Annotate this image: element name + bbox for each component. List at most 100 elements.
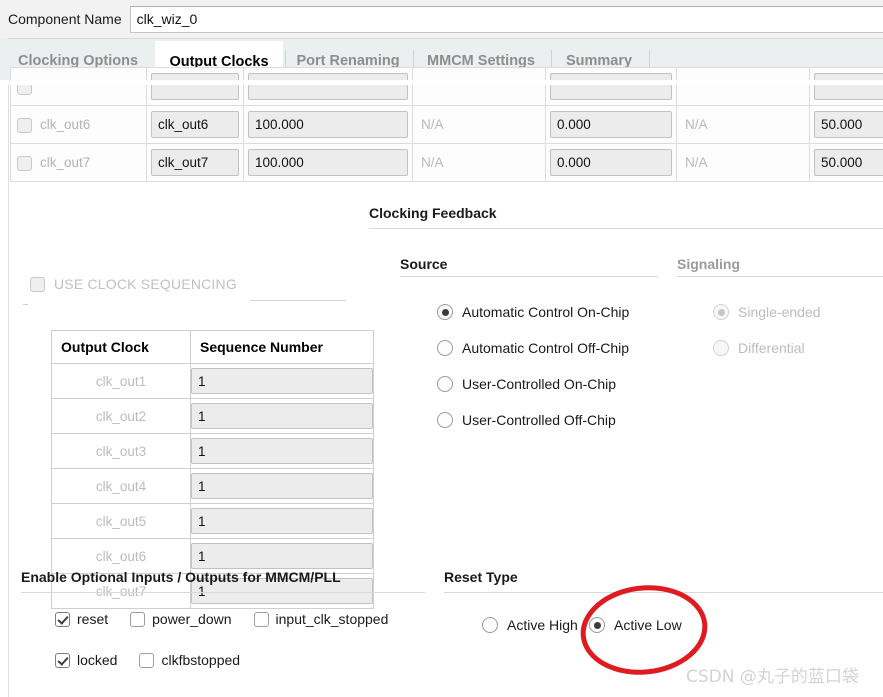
radio-label: Automatic Control On-Chip — [462, 304, 630, 320]
clocking-feedback-title: Clocking Feedback — [369, 205, 497, 221]
seq-clock-name: clk_out4 — [51, 468, 191, 504]
seq-number-field[interactable]: 1 — [191, 368, 373, 394]
table-row: clk_out1 1 — [51, 363, 374, 399]
seq-clock-name: clk_out2 — [51, 398, 191, 434]
phase-field[interactable] — [550, 73, 672, 100]
radio-button-icon[interactable] — [437, 412, 453, 428]
component-name-label: Component Name — [8, 11, 122, 27]
seq-number-field[interactable]: 1 — [191, 473, 373, 499]
locked-label: locked — [77, 652, 118, 668]
clk-row-label: clk_out7 — [40, 155, 91, 171]
watermark-text: CSDN @丸子的蓝口袋 — [686, 667, 859, 687]
table-row: clk_out7 clk_out7 100.000 N/A 0.000 N/A … — [10, 143, 883, 182]
seq-number-field[interactable]: 1 — [191, 438, 373, 464]
input-clk-stopped-label: input_clk_stopped — [275, 611, 389, 627]
radio-button-icon[interactable] — [437, 304, 453, 320]
clock-sequencing-table: Output Clock Sequence Number clk_out1 1 … — [51, 330, 374, 609]
table-row: clk_out3 1 — [51, 433, 374, 469]
clkfbstopped-checkbox[interactable] — [139, 652, 155, 668]
duty-cycle-field[interactable]: 50.000 — [814, 111, 883, 138]
radio-differential: Differential — [713, 340, 805, 356]
left-border-rule — [8, 80, 9, 697]
radio-single-ended: Single-ended — [713, 304, 821, 320]
seq-clock-name: clk_out1 — [51, 363, 191, 399]
panel-body: clk_out6 clk_out6 100.000 N/A 0.000 N/A … — [0, 67, 883, 697]
radio-label: Active High — [507, 617, 578, 633]
radio-active-low[interactable]: Active Low — [589, 617, 682, 633]
reset-checkbox[interactable] — [55, 611, 70, 627]
output-freq-field[interactable]: 100.000 — [248, 111, 408, 138]
radio-button-icon[interactable] — [482, 617, 498, 633]
reset-label: reset — [77, 611, 109, 627]
port-name-field[interactable]: clk_out7 — [151, 149, 239, 176]
seq-clock-name: clk_out5 — [51, 503, 191, 539]
radio-user-controlled-off-chip[interactable]: User-Controlled Off-Chip — [437, 412, 616, 428]
output-freq-field[interactable]: 100.000 — [248, 149, 408, 176]
radio-button-icon[interactable] — [437, 340, 453, 356]
port-name-field[interactable] — [151, 73, 239, 100]
clkfbstopped-label: clkfbstopped — [161, 652, 241, 668]
radio-label: Automatic Control Off-Chip — [462, 340, 630, 356]
radio-button-icon[interactable] — [589, 617, 605, 633]
radio-user-controlled-on-chip[interactable]: User-Controlled On-Chip — [437, 376, 616, 392]
table-row: clk_out5 1 — [51, 503, 374, 539]
table-row: clk_out4 1 — [51, 468, 374, 504]
table-row: clk_out6 clk_out6 100.000 N/A 0.000 N/A … — [10, 105, 883, 144]
radio-button-icon[interactable] — [437, 376, 453, 392]
reset-type-title: Reset Type — [444, 569, 518, 585]
radio-active-high[interactable]: Active High — [482, 617, 578, 633]
use-clock-sequencing-checkbox[interactable] — [30, 276, 45, 292]
radio-automatic-control-off-chip[interactable]: Automatic Control Off-Chip — [437, 340, 629, 356]
optional-io-row-1: reset power_down input_clk_stopped — [55, 611, 410, 627]
power-down-label: power_down — [152, 611, 232, 627]
sequencing-dash-marker — [23, 304, 28, 305]
actual-phase-value: N/A — [685, 155, 708, 170]
col-sequence-number: Sequence Number — [190, 330, 374, 364]
duty-cycle-field[interactable] — [814, 73, 883, 100]
duty-cycle-field[interactable]: 50.000 — [814, 149, 883, 176]
table-top-clip-mask — [0, 80, 883, 85]
radio-label: User-Controlled Off-Chip — [462, 412, 616, 428]
table-header-row: Output Clock Sequence Number — [51, 330, 374, 364]
clk-enable-checkbox[interactable] — [17, 155, 32, 171]
seq-number-field[interactable]: 1 — [191, 543, 373, 569]
clocking-feedback-rule — [369, 228, 883, 229]
radio-label: Differential — [738, 340, 805, 356]
radio-automatic-control-on-chip[interactable]: Automatic Control On-Chip — [437, 304, 629, 320]
radio-label: Single-ended — [738, 304, 821, 320]
seq-number-field[interactable]: 1 — [191, 508, 373, 534]
sequencing-divider — [250, 300, 346, 301]
phase-field[interactable]: 0.000 — [550, 111, 672, 138]
seq-clock-name: clk_out3 — [51, 433, 191, 469]
component-name-bar: Component Name clk_wiz_0 — [0, 0, 883, 38]
radio-button-icon — [713, 340, 729, 356]
signaling-title: Signaling — [677, 256, 740, 272]
optional-io-row-2: locked clkfbstopped — [55, 652, 262, 668]
reset-type-rule — [444, 592, 883, 593]
phase-field[interactable]: 0.000 — [550, 149, 672, 176]
component-name-input[interactable]: clk_wiz_0 — [129, 5, 883, 33]
power-down-checkbox[interactable] — [130, 611, 146, 627]
use-clock-sequencing-row[interactable]: USE CLOCK SEQUENCING — [30, 276, 237, 292]
port-name-field[interactable]: clk_out6 — [151, 111, 239, 138]
seq-number-field[interactable]: 1 — [191, 403, 373, 429]
radio-button-icon — [713, 304, 729, 320]
col-output-clock: Output Clock — [51, 330, 191, 364]
actual-freq-value: N/A — [421, 117, 444, 132]
signaling-rule — [677, 276, 883, 277]
actual-freq-value: N/A — [421, 155, 444, 170]
clk-enable-checkbox[interactable] — [17, 117, 32, 133]
input-clk-stopped-checkbox[interactable] — [253, 611, 269, 627]
output-freq-field[interactable] — [248, 73, 408, 100]
use-clock-sequencing-label: USE CLOCK SEQUENCING — [54, 276, 237, 292]
actual-phase-value: N/A — [685, 117, 708, 132]
source-title: Source — [400, 256, 448, 272]
table-row-partial — [10, 67, 883, 106]
table-row: clk_out2 1 — [51, 398, 374, 434]
radio-label: User-Controlled On-Chip — [462, 376, 617, 392]
optional-io-rule — [21, 592, 425, 593]
optional-io-title: Enable Optional Inputs / Outputs for MMC… — [21, 569, 341, 585]
radio-label: Active Low — [614, 617, 682, 633]
locked-checkbox[interactable] — [55, 652, 70, 668]
clk-row-label: clk_out6 — [40, 117, 91, 133]
